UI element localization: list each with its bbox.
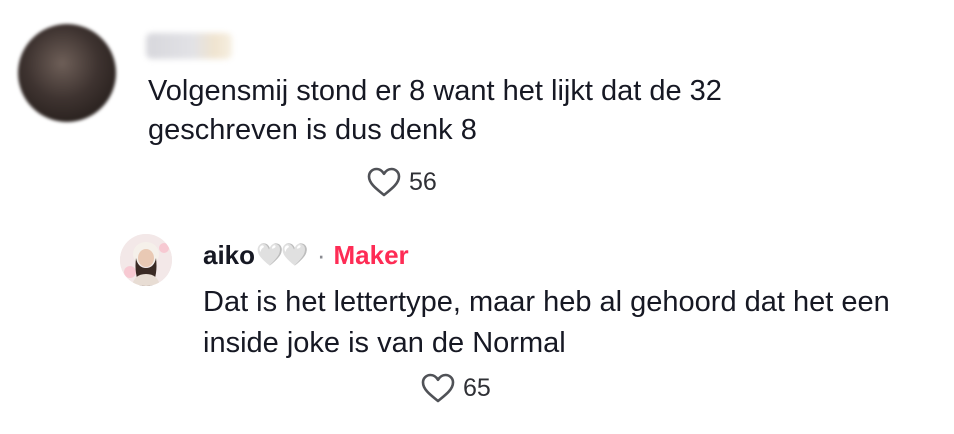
like-button[interactable]: 65: [421, 373, 491, 403]
separator: ·: [316, 240, 326, 270]
creator-avatar[interactable]: [120, 234, 172, 286]
reply-comment: aiko 🤍🤍 · Maker Dat is het lettertype, m…: [0, 220, 954, 434]
like-count: 65: [463, 373, 491, 402]
avatar-image: [120, 234, 172, 286]
like-count: 56: [409, 167, 437, 196]
white-heart-emoji: 🤍🤍: [256, 242, 309, 267]
comment-text: Volgensmij stond er 8 want het lijkt dat…: [148, 75, 722, 146]
creator-badge: Maker: [333, 240, 409, 270]
username[interactable]: aiko: [203, 239, 255, 271]
username-blurred[interactable]: [146, 33, 232, 59]
reply-header: aiko 🤍🤍 · Maker: [203, 239, 409, 271]
comment: Volgensmij stond er 8 want het lijkt dat…: [0, 0, 954, 210]
heart-outline-icon: [421, 373, 455, 403]
avatar[interactable]: [18, 24, 116, 122]
like-button[interactable]: 56: [367, 167, 437, 197]
heart-outline-icon: [367, 167, 401, 197]
reply-text: Dat is het lettertype, maar heb al gehoo…: [203, 286, 890, 359]
